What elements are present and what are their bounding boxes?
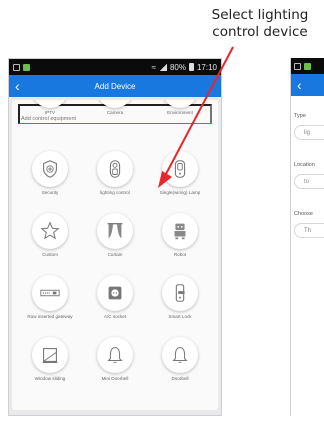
camera-icon xyxy=(97,100,133,108)
status-bar xyxy=(291,58,324,74)
socket-icon xyxy=(108,286,122,300)
status-bar: ≈ 80% 17:10 xyxy=(9,59,221,75)
phone-screen-device-form: ‹ Type lig Location to Choose Th xyxy=(290,58,324,416)
device-label: IPTV xyxy=(44,110,56,115)
notification-icon xyxy=(13,63,20,71)
chevron-left-icon: ‹ xyxy=(15,78,20,94)
device-label: Robot xyxy=(173,252,187,257)
location-label: Location xyxy=(294,162,315,168)
power-strip-icon xyxy=(40,289,60,297)
page-title: Add Device xyxy=(94,81,136,91)
curtain-icon xyxy=(107,222,123,239)
device-label: Environment xyxy=(167,110,193,115)
device-label: Window sliding xyxy=(34,376,66,381)
lock-icon xyxy=(175,284,185,302)
chevron-left-icon: ‹ xyxy=(297,77,302,93)
doorbell-icon xyxy=(107,347,123,363)
device-tile-ac-socket[interactable]: A/C socket xyxy=(85,275,145,331)
device-tile-security[interactable]: Security xyxy=(20,151,80,207)
device-tile-robot[interactable]: Robot xyxy=(150,213,210,269)
type-select[interactable]: lig xyxy=(294,125,324,140)
device-tile-environment[interactable]: Environment xyxy=(150,100,210,118)
device-panel: IPTV Camera Environment Security xyxy=(12,100,218,410)
device-label: Curtain xyxy=(107,252,123,257)
caption-line-2: control device xyxy=(212,24,308,40)
window-icon xyxy=(42,348,58,364)
wall-switch-icon xyxy=(174,160,186,178)
bell-icon xyxy=(172,347,188,363)
app-notification-icon xyxy=(304,62,311,70)
device-label: Camera xyxy=(106,110,124,115)
device-tile-curtain[interactable]: Curtain xyxy=(85,213,145,269)
device-tile-lighting-control[interactable]: lighting control xyxy=(85,151,145,207)
device-tile-mini-doorbell[interactable]: Mini Doorbell xyxy=(85,337,145,393)
star-icon xyxy=(40,221,60,240)
battery-percent: 80% xyxy=(169,62,186,72)
phone-screen-add-device: ≈ 80% 17:10 ‹ Add Device IPTV Camera Env… xyxy=(8,58,222,416)
navbar: ‹ Add Device xyxy=(9,75,221,97)
device-label: Custom xyxy=(42,252,58,257)
device-tile-window-sliding[interactable]: Window sliding xyxy=(20,337,80,393)
clock: 17:10 xyxy=(196,62,217,72)
device-tile-doorbell[interactable]: Doorbell xyxy=(150,337,210,393)
robot-icon xyxy=(174,223,186,240)
wifi-icon: ≈ xyxy=(151,62,156,72)
shield-icon xyxy=(43,160,57,178)
app-notification-icon xyxy=(23,63,30,71)
location-select[interactable]: to xyxy=(294,174,324,189)
device-tile-iptv[interactable]: IPTV xyxy=(20,100,80,118)
tv-icon xyxy=(32,100,68,108)
choose-select[interactable]: Th xyxy=(294,223,324,238)
navbar: ‹ xyxy=(291,74,324,96)
environment-icon xyxy=(162,100,198,108)
remote-control-icon xyxy=(109,160,121,178)
device-tile-row-inserted-gateway[interactable]: Row inserted gateway xyxy=(20,275,80,331)
device-label: Doorbell xyxy=(171,376,189,381)
back-button[interactable]: ‹ xyxy=(15,78,29,94)
device-label: Row inserted gateway xyxy=(27,314,73,319)
device-label: Mini Doorbell xyxy=(101,376,129,381)
device-tile-custom[interactable]: Custom xyxy=(20,213,80,269)
device-label: A/C socket xyxy=(103,314,127,319)
device-label: Smart Lock xyxy=(168,314,192,319)
device-tile-camera[interactable]: Camera xyxy=(85,100,145,118)
device-tile-smart-lock[interactable]: Smart Lock xyxy=(150,275,210,331)
signal-icon xyxy=(158,63,167,71)
back-button[interactable]: ‹ xyxy=(297,77,311,93)
device-label: lighting control xyxy=(100,190,130,195)
caption-line-1: Select lighting xyxy=(211,7,309,23)
notification-icon xyxy=(294,62,301,70)
device-label: Single(wiring) Lamp xyxy=(159,190,201,195)
device-label: Security xyxy=(41,190,59,195)
type-label: Type xyxy=(294,113,306,119)
choose-label: Choose xyxy=(294,211,313,217)
battery-icon xyxy=(188,63,194,71)
device-tile-single-lamp[interactable]: Single(wiring) Lamp xyxy=(150,151,210,207)
instruction-caption: Select lighting control device xyxy=(190,7,324,41)
